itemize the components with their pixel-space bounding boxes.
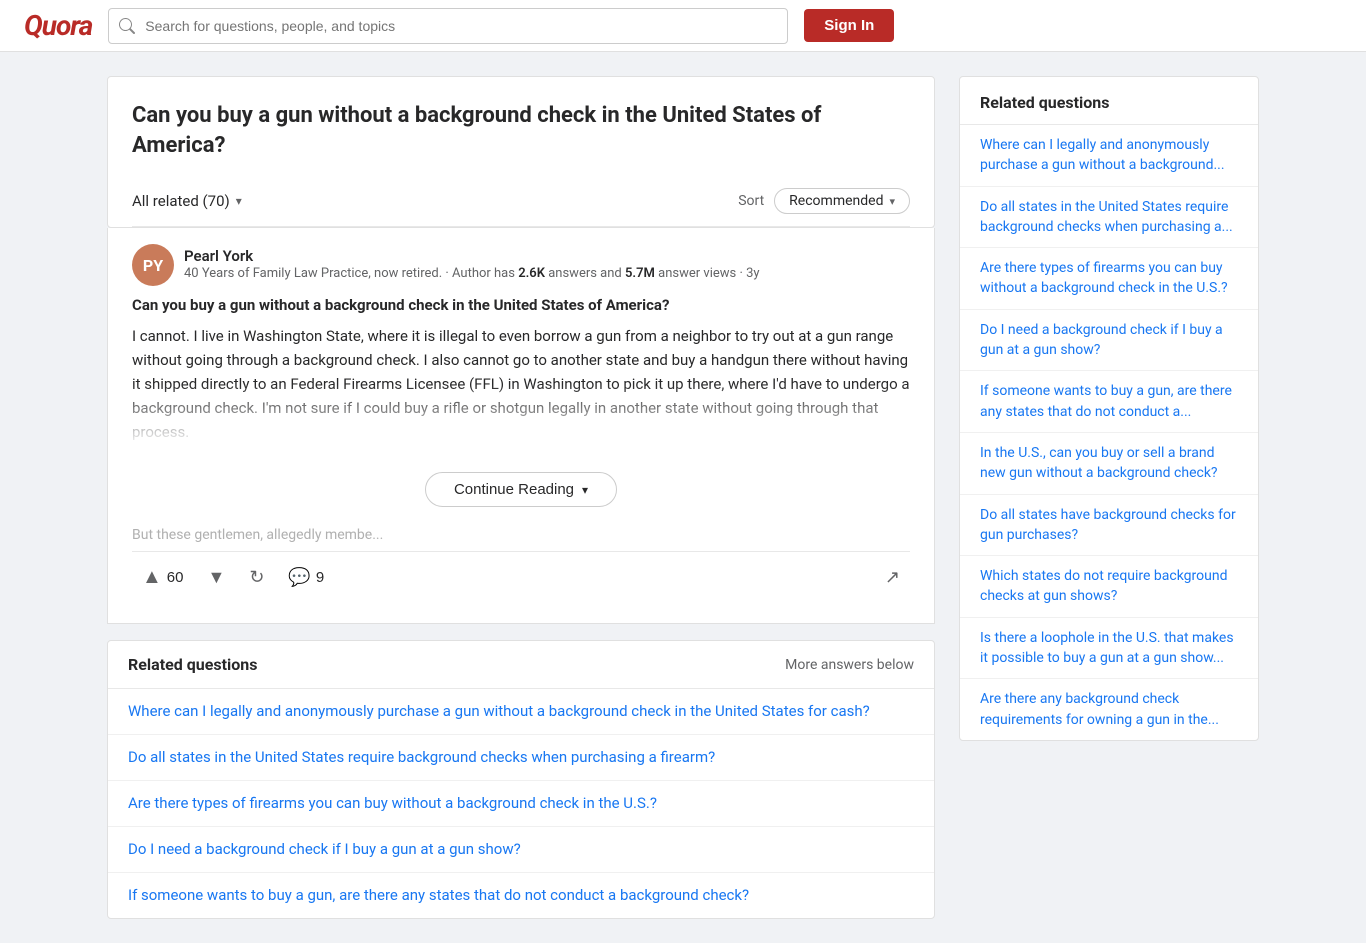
list-item: Where can I legally and anonymously purc… xyxy=(108,689,934,735)
sidebar-title: Related questions xyxy=(960,77,1258,125)
list-item: Do all states have background checks for… xyxy=(960,495,1258,557)
question-card: Can you buy a gun without a background c… xyxy=(107,76,935,228)
signin-button[interactable]: Sign In xyxy=(804,9,894,42)
author-views: 5.7M xyxy=(625,266,655,281)
sort-dropdown[interactable]: Recommended ▾ xyxy=(774,188,910,214)
content-area: Can you buy a gun without a background c… xyxy=(107,76,935,919)
comment-count: 9 xyxy=(316,569,324,586)
answer-text: I cannot. I live in Washington State, wh… xyxy=(132,324,910,444)
list-item: Do all states in the United States requi… xyxy=(108,735,934,781)
list-item: Are there types of firearms you can buy … xyxy=(960,248,1258,310)
inline-questions-container: Where can I legally and anonymously purc… xyxy=(108,689,934,918)
all-related-label: All related (70) xyxy=(132,192,230,210)
upvote-button[interactable]: ▲ 60 xyxy=(132,560,193,595)
list-item: If someone wants to buy a gun, are there… xyxy=(960,371,1258,433)
share-icon: ↻ xyxy=(249,567,264,588)
list-item: Are there any background check requireme… xyxy=(960,679,1258,740)
sidebar-question-link[interactable]: In the U.S., can you buy or sell a brand… xyxy=(980,443,1238,484)
answer-body: I cannot. I live in Washington State, wh… xyxy=(132,324,910,444)
sidebar-question-link[interactable]: Is there a loophole in the U.S. that mak… xyxy=(980,628,1238,669)
header: Quora Sign In xyxy=(0,0,1366,52)
sidebar-question-link[interactable]: If someone wants to buy a gun, are there… xyxy=(980,381,1238,422)
author-info: Pearl York 40 Years of Family Law Practi… xyxy=(184,247,910,283)
related-inline-section: Related questions More answers below Whe… xyxy=(107,640,935,919)
chevron-down-icon: ▾ xyxy=(582,483,588,497)
author-name[interactable]: Pearl York xyxy=(184,247,910,265)
author-bio: 40 Years of Family Law Practice, now ret… xyxy=(184,265,910,283)
search-container xyxy=(108,8,788,44)
list-item: Do I need a background check if I buy a … xyxy=(960,310,1258,372)
related-question-link[interactable]: Where can I legally and anonymously purc… xyxy=(128,701,914,722)
answer-question: Can you buy a gun without a background c… xyxy=(132,296,910,314)
filter-bar: All related (70) ▾ Sort Recommended ▾ xyxy=(132,176,910,227)
author-answers: 2.6K xyxy=(518,266,545,281)
continue-reading-label: Continue Reading xyxy=(454,481,574,498)
author-row: PY Pearl York 40 Years of Family Law Pra… xyxy=(132,244,910,286)
answer-tail: But these gentlemen, allegedly membe... xyxy=(132,527,910,543)
sidebar-question-link[interactable]: Do all states in the United States requi… xyxy=(980,197,1238,238)
sort-label: Sort xyxy=(738,193,764,209)
chevron-down-icon: ▾ xyxy=(889,195,895,208)
list-item: If someone wants to buy a gun, are there… xyxy=(108,873,934,918)
comment-button[interactable]: 💬 9 xyxy=(278,561,334,594)
sidebar-question-link[interactable]: Are there types of firearms you can buy … xyxy=(980,258,1238,299)
all-related-filter[interactable]: All related (70) ▾ xyxy=(132,192,242,210)
sidebar-question-link[interactable]: Where can I legally and anonymously purc… xyxy=(980,135,1238,176)
sidebar-question-link[interactable]: Which states do not require background c… xyxy=(980,566,1238,607)
sort-container: Sort Recommended ▾ xyxy=(738,188,910,214)
sidebar-card: Related questions Where can I legally an… xyxy=(959,76,1259,741)
list-item: Do I need a background check if I buy a … xyxy=(108,827,934,873)
sidebar-question-link[interactable]: Are there any background check requireme… xyxy=(980,689,1238,730)
chevron-down-icon: ▾ xyxy=(236,194,242,208)
related-question-link[interactable]: Do all states in the United States requi… xyxy=(128,747,914,768)
upvote-count: 60 xyxy=(167,569,184,586)
question-title: Can you buy a gun without a background c… xyxy=(132,101,910,160)
continue-reading-button[interactable]: Continue Reading ▾ xyxy=(425,472,617,507)
related-inline-title: Related questions xyxy=(128,655,257,674)
related-question-link[interactable]: Are there types of firearms you can buy … xyxy=(128,793,914,814)
sort-value: Recommended xyxy=(789,193,883,209)
avatar: PY xyxy=(132,244,174,286)
main-layout: Can you buy a gun without a background c… xyxy=(83,76,1283,919)
related-question-link[interactable]: Do I need a background check if I buy a … xyxy=(128,839,914,860)
upvote-icon: ▲ xyxy=(142,566,162,589)
search-input[interactable] xyxy=(108,8,788,44)
downvote-button[interactable]: ▼ xyxy=(197,561,235,594)
list-item: Is there a loophole in the U.S. that mak… xyxy=(960,618,1258,680)
list-item: In the U.S., can you buy or sell a brand… xyxy=(960,433,1258,495)
list-item: Which states do not require background c… xyxy=(960,556,1258,618)
author-bio-text: 40 Years of Family Law Practice, now ret… xyxy=(184,266,518,281)
related-inline-header: Related questions More answers below xyxy=(108,641,934,689)
forward-icon: ↗ xyxy=(885,567,900,588)
action-bar: ▲ 60 ▼ ↻ 💬 9 ↗ xyxy=(132,551,910,607)
sidebar-question-link[interactable]: Do I need a background check if I buy a … xyxy=(980,320,1238,361)
avatar-initials: PY xyxy=(143,256,163,275)
sidebar: Related questions Where can I legally an… xyxy=(959,76,1259,741)
more-answers-label: More answers below xyxy=(785,657,914,673)
author-bio-end: answer views · 3y xyxy=(655,266,760,281)
comment-icon: 💬 xyxy=(288,567,310,588)
author-bio-mid: answers and xyxy=(545,266,625,281)
forward-button[interactable]: ↗ xyxy=(875,561,910,594)
sidebar-questions-container: Where can I legally and anonymously purc… xyxy=(960,125,1258,740)
sidebar-question-link[interactable]: Do all states have background checks for… xyxy=(980,505,1238,546)
related-question-link[interactable]: If someone wants to buy a gun, are there… xyxy=(128,885,914,906)
quora-logo[interactable]: Quora xyxy=(24,9,92,42)
list-item: Where can I legally and anonymously purc… xyxy=(960,125,1258,187)
share-button[interactable]: ↻ xyxy=(239,561,274,594)
answer-card: PY Pearl York 40 Years of Family Law Pra… xyxy=(107,228,935,624)
list-item: Do all states in the United States requi… xyxy=(960,187,1258,249)
downvote-icon: ▼ xyxy=(207,567,225,588)
list-item: Are there types of firearms you can buy … xyxy=(108,781,934,827)
